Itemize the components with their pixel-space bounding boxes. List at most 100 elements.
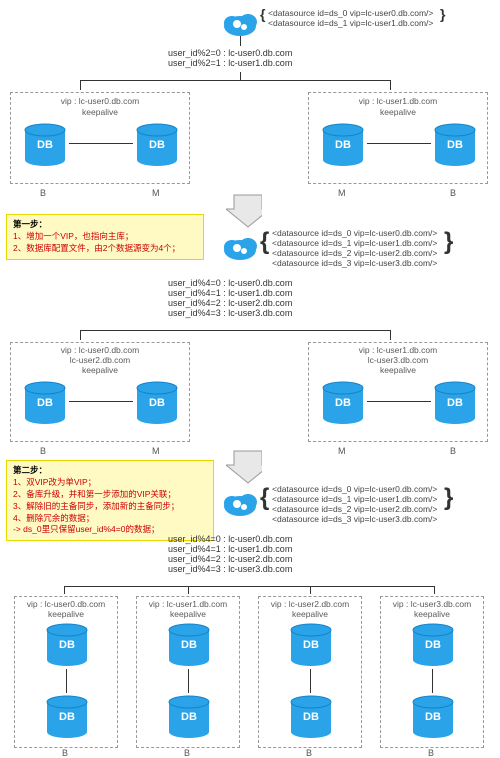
route-line: user_id%4=0 : lc-user0.db.com [168,534,292,544]
vip-label: vip : lc-user1.db.com [309,96,487,106]
routing-block-0: user_id%2=0 : lc-user0.db.com user_id%2=… [168,48,292,68]
db-label: DB [167,711,211,723]
cfg-line: <datasource id=ds_0 vip=lc-user0.db.com/… [272,228,437,238]
keepalive-label: keepalive [137,609,239,619]
role-label: B [40,188,46,198]
db-cluster: vip : lc-user1.db.com keepalive DB DB [308,92,488,184]
routing-block-1: user_id%4=0 : lc-user0.db.com user_id%4=… [168,278,292,318]
db-cluster: vip : lc-user1.db.com lc-user3.db.com ke… [308,342,488,442]
flow-arrow-icon [226,194,262,228]
db-label: DB [167,639,211,651]
db-label: DB [433,397,477,409]
route-line: user_id%4=2 : lc-user2.db.com [168,554,292,564]
db-label: DB [433,139,477,151]
sync-arrow-icon [310,669,311,693]
config-cloud-icon [222,488,258,516]
keepalive-label: keepalive [309,107,487,117]
vip-label: vip : lc-user1.db.com [137,599,239,609]
keepalive-label: keepalive [15,609,117,619]
note-line: 1、双VIP改为单VIP； [13,477,207,489]
connector-line [188,586,189,594]
connector-line [64,586,434,587]
connector-line [390,80,391,90]
vip-label: vip : lc-user3.db.com [381,599,483,609]
route-line: user_id%4=1 : lc-user1.db.com [168,544,292,554]
vip-label: lc-user3.db.com [309,355,487,365]
note-line: 3、解除旧的主备同步，添加新的主备同步； [13,501,207,513]
config-block-2: <datasource id=ds_0 vip=lc-user0.db.com/… [272,484,437,524]
step-note: 第一步： 1、增加一个VIP，也指向主库； 2、数据库配置文件，由2个数据源变为… [6,214,204,260]
role-label: M [152,188,160,198]
cfg-line: <datasource id=ds_0 vip=lc-user0.db.com/… [268,8,433,18]
sync-arrow-icon [432,669,433,693]
db-label: DB [23,397,67,409]
brace-open-icon: { [260,228,269,256]
sync-arrow-icon [367,401,431,402]
step-note: 第二步： 1、双VIP改为单VIP； 2、备库升级，并和第一步添加的VIP关联；… [6,460,214,541]
route-line: user_id%4=0 : lc-user0.db.com [168,278,292,288]
note-line: 2、数据库配置文件，由2个数据源变为4个； [13,243,197,255]
db-label: DB [289,639,333,651]
routing-block-2: user_id%4=0 : lc-user0.db.com user_id%4=… [168,534,292,574]
db-cluster: vip : lc-user0.db.com keepalive DB DB [14,596,118,748]
keepalive-label: keepalive [309,365,487,375]
role-label: B [40,446,46,456]
brace-close-icon: } [440,6,445,22]
sync-arrow-icon [69,143,133,144]
db-label: DB [135,397,179,409]
vip-label: vip : lc-user0.db.com [11,96,189,106]
role-label: B [306,748,312,758]
brace-open-icon: { [260,6,265,22]
note-title: 第一步： [13,219,197,231]
route-line: user_id%4=1 : lc-user1.db.com [168,288,292,298]
db-cluster: vip : lc-user3.db.com keepalive DB DB [380,596,484,748]
connector-line [310,586,311,594]
role-label: M [338,188,346,198]
sync-arrow-icon [367,143,431,144]
db-label: DB [289,711,333,723]
brace-close-icon: } [444,228,453,256]
connector-line [80,330,81,340]
config-cloud-icon [222,8,258,36]
role-label: B [62,748,68,758]
role-label: M [152,446,160,456]
route-line: user_id%2=0 : lc-user0.db.com [168,48,292,58]
db-label: DB [411,639,455,651]
role-label: M [338,446,346,456]
note-line: 1、增加一个VIP，也指向主库； [13,231,197,243]
sync-arrow-icon [69,401,133,402]
brace-close-icon: } [444,484,453,512]
cfg-line: <datasource id=ds_1 vip=lc-user1.db.com/… [272,238,437,248]
cfg-line: <datasource id=ds_1 vip=lc-user1.db.com/… [272,494,437,504]
vip-label: lc-user2.db.com [11,355,189,365]
route-line: user_id%4=3 : lc-user3.db.com [168,308,292,318]
db-cluster: vip : lc-user0.db.com keepalive DB DB [10,92,190,184]
cfg-line: <datasource id=ds_2 vip=lc-user2.db.com/… [272,504,437,514]
vip-label: vip : lc-user0.db.com [15,599,117,609]
cfg-line: <datasource id=ds_2 vip=lc-user2.db.com/… [272,248,437,258]
db-label: DB [321,397,365,409]
keepalive-label: keepalive [11,107,189,117]
role-label: B [450,446,456,456]
connector-line [390,330,391,340]
cfg-line: <datasource id=ds_3 vip=lc-user3.db.com/… [272,258,437,268]
sync-arrow-icon [188,669,189,693]
db-cluster: vip : lc-user0.db.com lc-user2.db.com ke… [10,342,190,442]
config-block-0: <datasource id=ds_0 vip=lc-user0.db.com/… [268,8,433,28]
connector-line [434,586,435,594]
route-line: user_id%2=1 : lc-user1.db.com [168,58,292,68]
config-cloud-icon [222,232,258,260]
db-cluster: vip : lc-user2.db.com keepalive DB DB [258,596,362,748]
role-label: B [184,748,190,758]
connector-line [80,330,390,331]
cfg-line: <datasource id=ds_0 vip=lc-user0.db.com/… [272,484,437,494]
flow-arrow-icon [226,450,262,484]
vip-label: vip : lc-user1.db.com [309,345,487,355]
db-label: DB [45,711,89,723]
db-label: DB [321,139,365,151]
connector-line [80,80,81,90]
route-line: user_id%4=2 : lc-user2.db.com [168,298,292,308]
keepalive-label: keepalive [381,609,483,619]
note-line: 4、删除冗余的数据； [13,513,207,525]
db-label: DB [45,639,89,651]
